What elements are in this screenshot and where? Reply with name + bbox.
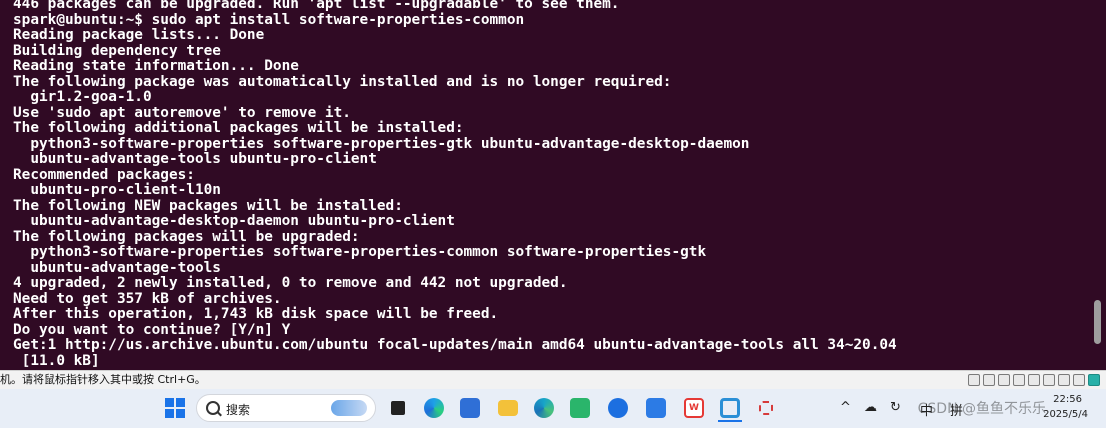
chat-app-icon	[570, 398, 590, 418]
vmware-icon	[720, 398, 740, 418]
terminal-line: After this operation, 1,743 kB disk spac…	[13, 306, 499, 322]
terminal-line: python3-software-properties software-pro…	[13, 244, 707, 260]
windows-logo-icon	[165, 398, 185, 418]
cd-drive-icon[interactable]	[983, 374, 995, 386]
terminal-line: ubuntu-pro-client-l10n	[13, 182, 221, 198]
terminal-line: Reading state information... Done	[13, 58, 299, 74]
refresh-icon[interactable]: ↻	[890, 400, 901, 415]
vm-status-text: 机。请将鼠标指针移入其中或按 Ctrl+G。	[0, 373, 206, 386]
search-icon	[206, 401, 220, 415]
terminal-line: python3-software-properties software-pro…	[13, 135, 750, 152]
terminal-line: Recommended packages:	[13, 166, 195, 183]
wps-button[interactable]: W	[682, 396, 706, 420]
network-adapter-icon[interactable]	[998, 374, 1010, 386]
cloud-icon[interactable]: ☁	[864, 400, 877, 415]
search-highlight-icon	[331, 400, 367, 416]
printer-icon[interactable]	[1043, 374, 1055, 386]
sound-card-icon[interactable]	[1028, 374, 1040, 386]
task-view-icon	[391, 401, 405, 415]
store-icon	[460, 398, 480, 418]
terminal-line: The following NEW packages will be insta…	[13, 197, 403, 214]
terminal-line: Do you want to continue? [Y/n] Y	[13, 321, 291, 338]
edge-button[interactable]	[422, 396, 446, 420]
feishu-button[interactable]	[644, 396, 668, 420]
vm-status-bar: 机。请将鼠标指针移入其中或按 Ctrl+G。	[0, 370, 1106, 389]
task-view-button[interactable]	[386, 396, 410, 420]
terminal-line: Use 'sudo apt autoremove' to remove it.	[13, 104, 351, 121]
terminal-line: 446 packages can be upgraded. Run 'apt l…	[13, 0, 620, 12]
scrollbar-thumb[interactable]	[1094, 300, 1101, 344]
clock-time[interactable]: 22:56	[1053, 394, 1082, 405]
terminal-line: 4 upgraded, 2 newly installed, 0 to remo…	[13, 275, 568, 291]
terminal-line: Need to get 357 kB of archives.	[13, 290, 282, 307]
snipping-tool-button[interactable]	[754, 396, 778, 420]
terminal-line: spark@ubuntu:~$ sudo apt install softwar…	[13, 11, 525, 28]
terminal-line: ubuntu-advantage-tools ubuntu-pro-client	[13, 151, 377, 167]
terminal-window[interactable]: 446 packages can be upgraded. Run 'apt l…	[0, 0, 1106, 370]
display-icon[interactable]	[1058, 374, 1070, 386]
terminal-line: Reading package lists... Done	[13, 27, 265, 43]
fullscreen-icon[interactable]	[1088, 374, 1100, 386]
taskbar-search[interactable]: 搜索	[196, 394, 376, 422]
chevron-up-icon[interactable]: ^	[840, 400, 851, 415]
edge-dev-button[interactable]	[532, 396, 556, 420]
message-log-icon[interactable]	[1073, 374, 1085, 386]
terminal-line: ubuntu-advantage-desktop-daemon ubuntu-p…	[13, 213, 455, 229]
wps-office-icon: W	[684, 398, 704, 418]
terminal-line: [11.0 kB]	[13, 352, 100, 369]
clock-date[interactable]: 2025/5/4	[1043, 409, 1088, 420]
terminal-line: ubuntu-advantage-tools	[13, 259, 221, 276]
search-label: 搜索	[226, 403, 251, 417]
watermark-text: CSDN @鱼鱼不乐乐	[917, 401, 1046, 417]
store-button[interactable]	[458, 396, 482, 420]
usb-device-icon[interactable]	[1013, 374, 1025, 386]
bookmark-app-icon	[646, 398, 666, 418]
folder-icon	[498, 400, 518, 416]
terminal-line: The following package was automatically …	[13, 73, 672, 90]
terminal-line: Building dependency tree	[13, 42, 221, 59]
terminal-line: The following additional packages will b…	[13, 120, 464, 136]
screenshot-icon	[759, 401, 773, 415]
terminal-line: gir1.2-goa-1.0	[13, 89, 152, 105]
browser-app-button[interactable]	[606, 396, 630, 420]
vmware-button[interactable]	[718, 396, 742, 422]
vm-device-icons	[968, 374, 1100, 386]
start-button[interactable]	[163, 396, 187, 420]
system-tray: ^ ☁ ↻ 中 拼 CSDN @鱼鱼不乐乐 22:56 2025/5/4	[836, 389, 1106, 428]
blue-circle-app-icon	[608, 398, 628, 418]
windows-taskbar: 搜索 W ^ ☁ ↻ 中 拼 CSDN @鱼鱼不乐乐 22:56 2025/5/…	[0, 389, 1106, 428]
edge-dev-icon	[534, 398, 554, 418]
terminal-line: The following packages will be upgraded:	[13, 228, 360, 245]
terminal-output: 446 packages can be upgraded. Run 'apt l…	[13, 0, 1088, 369]
edge-browser-icon	[424, 398, 444, 418]
wechat-button[interactable]	[568, 396, 592, 420]
file-explorer-button[interactable]	[496, 396, 520, 420]
terminal-scrollbar[interactable]	[1092, 0, 1102, 370]
terminal-line: Get:1 http://us.archive.ubuntu.com/ubunt…	[13, 337, 897, 353]
hard-disk-icon[interactable]	[968, 374, 980, 386]
